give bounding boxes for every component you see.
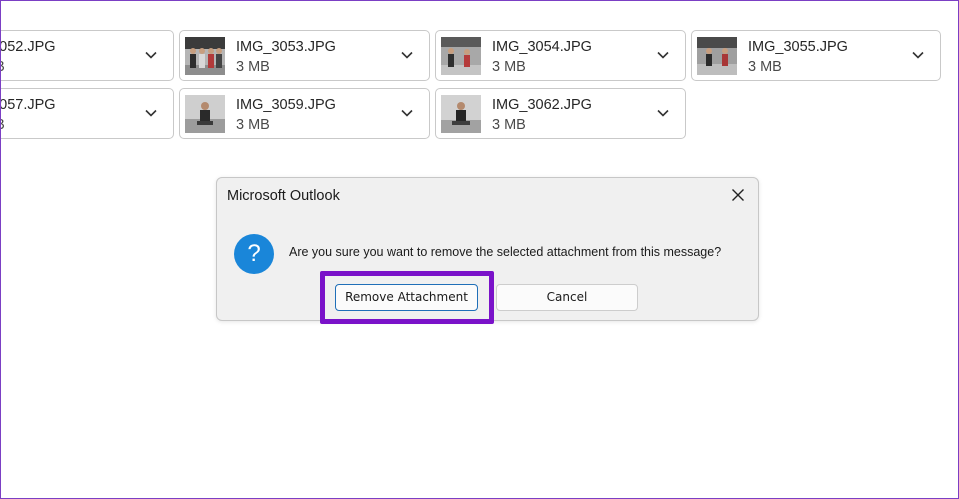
attachment-name: _3052.JPG	[0, 39, 56, 55]
attachment-card[interactable]: IMG_3053.JPG 3 MB	[179, 30, 430, 81]
attachment-card[interactable]: IMG_3054.JPG 3 MB	[435, 30, 686, 81]
attachment-card[interactable]: IMG_3059.JPG 3 MB	[179, 88, 430, 139]
dialog-title: Microsoft Outlook	[227, 188, 340, 204]
attachment-size: MB	[0, 117, 5, 133]
image-thumbnail	[697, 37, 737, 75]
remove-attachment-button[interactable]: Remove Attachment	[335, 284, 478, 311]
attachment-size: 3 MB	[748, 59, 782, 75]
chevron-down-icon[interactable]	[143, 105, 159, 121]
chevron-down-icon[interactable]	[399, 105, 415, 121]
cancel-button[interactable]: Cancel	[496, 284, 638, 311]
confirm-dialog: Microsoft Outlook ? Are you sure you wan…	[216, 177, 759, 321]
attachment-card[interactable]: _3052.JPG MB	[0, 30, 174, 81]
attachment-card[interactable]: _3057.JPG MB	[0, 88, 174, 139]
attachment-name: IMG_3054.JPG	[492, 39, 592, 55]
attachment-card[interactable]: IMG_3055.JPG 3 MB	[691, 30, 941, 81]
attachment-name: _3057.JPG	[0, 97, 56, 113]
attachment-name: IMG_3053.JPG	[236, 39, 336, 55]
chevron-down-icon[interactable]	[399, 47, 415, 63]
close-icon[interactable]	[730, 187, 746, 203]
image-thumbnail	[185, 37, 225, 75]
attachment-size: 3 MB	[492, 117, 526, 133]
attachment-card[interactable]: IMG_3062.JPG 3 MB	[435, 88, 686, 139]
attachment-name: IMG_3059.JPG	[236, 97, 336, 113]
dialog-message: Are you sure you want to remove the sele…	[289, 245, 722, 259]
attachment-size: 3 MB	[492, 59, 526, 75]
chevron-down-icon[interactable]	[910, 47, 926, 63]
attachment-size: MB	[0, 59, 5, 75]
image-thumbnail	[441, 95, 481, 133]
chevron-down-icon[interactable]	[143, 47, 159, 63]
attachment-name: IMG_3062.JPG	[492, 97, 592, 113]
chevron-down-icon[interactable]	[655, 105, 671, 121]
question-mark-icon: ?	[234, 234, 274, 274]
image-thumbnail	[441, 37, 481, 75]
attachment-size: 3 MB	[236, 59, 270, 75]
attachment-size: 3 MB	[236, 117, 270, 133]
image-thumbnail	[185, 95, 225, 133]
attachment-name: IMG_3055.JPG	[748, 39, 848, 55]
chevron-down-icon[interactable]	[655, 47, 671, 63]
